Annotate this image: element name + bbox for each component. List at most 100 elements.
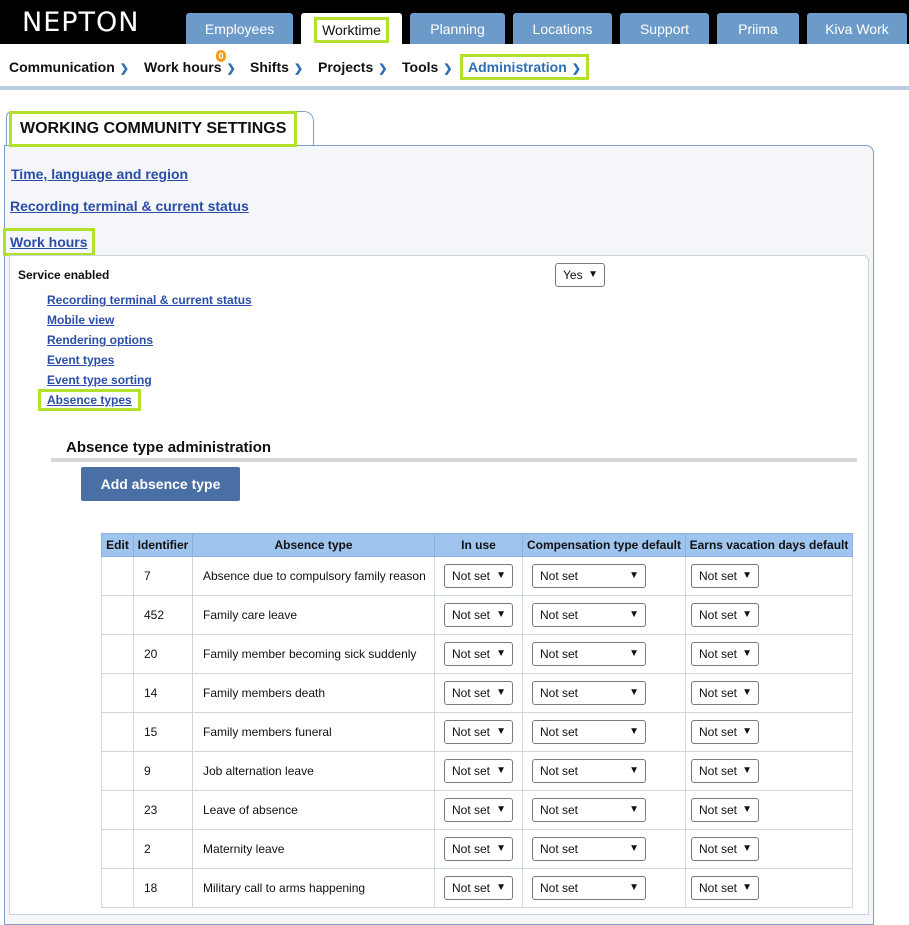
- section-divider: [51, 458, 857, 462]
- edit-cell[interactable]: [101, 712, 134, 752]
- select-value: Not set: [452, 608, 491, 622]
- identifier-cell: 23: [133, 790, 193, 830]
- vacation-select[interactable]: Not set ▼: [691, 837, 759, 861]
- link-event-types[interactable]: Event types: [47, 353, 114, 367]
- tab-kiva-work[interactable]: Kiva Work: [807, 13, 907, 44]
- page-title: WORKING COMMUNITY SETTINGS: [9, 111, 298, 147]
- in-use-select[interactable]: Not set ▼: [444, 720, 513, 744]
- in-use-select[interactable]: Not set ▼: [444, 798, 513, 822]
- select-value: Not set: [452, 725, 491, 739]
- compensation-select[interactable]: Not set ▼: [532, 681, 646, 705]
- in-use-cell: Not set ▼: [434, 673, 523, 713]
- in-use-select[interactable]: Not set ▼: [444, 642, 513, 666]
- table-body: 7 Absence due to compulsory family reason…: [101, 556, 853, 908]
- edit-cell[interactable]: [101, 868, 134, 908]
- edit-cell[interactable]: [101, 556, 134, 596]
- in-use-select[interactable]: Not set ▼: [444, 876, 513, 900]
- link-absence-types[interactable]: Absence types: [38, 389, 141, 411]
- chevron-down-icon: ❯: [443, 63, 453, 75]
- tab-support[interactable]: Support: [620, 13, 709, 44]
- select-value: Not set: [452, 764, 491, 778]
- nav-tools[interactable]: Tools ❯: [402, 59, 453, 75]
- chevron-down-icon: ▼: [629, 843, 639, 854]
- link-event-type-sorting[interactable]: Event type sorting: [47, 373, 152, 387]
- in-use-select[interactable]: Not set ▼: [444, 603, 513, 627]
- in-use-select[interactable]: Not set ▼: [444, 681, 513, 705]
- tab-worktime[interactable]: Worktime: [301, 13, 402, 47]
- link-recording-terminal-status[interactable]: Recording terminal & current status: [47, 293, 252, 307]
- nav-shifts[interactable]: Shifts ❯: [250, 59, 303, 75]
- compensation-select[interactable]: Not set ▼: [532, 564, 646, 588]
- absence-types-table: Edit Identifier Absence type In use Comp…: [101, 533, 853, 908]
- select-value: Not set: [540, 803, 579, 817]
- chevron-down-icon: ▼: [496, 843, 506, 854]
- table-row: 7 Absence due to compulsory family reason…: [101, 556, 853, 596]
- nepton-logo[interactable]: NEPTON: [22, 7, 139, 38]
- edit-cell[interactable]: [101, 673, 134, 713]
- vacation-select[interactable]: Not set ▼: [691, 642, 759, 666]
- chevron-down-icon: ❯: [571, 63, 581, 75]
- link-mobile-view[interactable]: Mobile view: [47, 313, 114, 327]
- vacation-select[interactable]: Not set ▼: [691, 720, 759, 744]
- tab-label: Kiva Work: [825, 20, 889, 37]
- vacation-select[interactable]: Not set ▼: [691, 798, 759, 822]
- in-use-cell: Not set ▼: [434, 790, 523, 830]
- chevron-down-icon: ❯: [378, 63, 388, 75]
- select-value: Not set: [540, 725, 579, 739]
- chevron-down-icon: ❯: [293, 63, 304, 75]
- tab-locations[interactable]: Locations: [513, 13, 612, 44]
- compensation-cell: Not set ▼: [522, 556, 686, 596]
- table-row: 2 Maternity leave Not set ▼ Not set ▼ Not set ▼: [101, 829, 853, 869]
- col-in-use: In use: [434, 533, 523, 557]
- vacation-cell: Not set ▼: [685, 595, 853, 635]
- edit-cell[interactable]: [101, 790, 134, 830]
- nav-communication[interactable]: Communication ❯: [9, 59, 129, 75]
- chevron-down-icon: ▼: [496, 648, 506, 659]
- vacation-select[interactable]: Not set ▼: [691, 564, 759, 588]
- link-recording-terminal[interactable]: Recording terminal & current status: [10, 198, 249, 214]
- link-rendering-options[interactable]: Rendering options: [47, 333, 153, 347]
- absence-type-cell: Family members funeral: [192, 712, 435, 752]
- compensation-select[interactable]: Not set ▼: [532, 603, 646, 627]
- select-value: Not set: [699, 803, 738, 817]
- service-enabled-select[interactable]: Yes ▼: [555, 263, 605, 287]
- edit-cell[interactable]: [101, 829, 134, 869]
- nav-administration[interactable]: Administration ❯: [460, 54, 589, 80]
- vacation-cell: Not set ▼: [685, 556, 853, 596]
- in-use-select[interactable]: Not set ▼: [444, 564, 513, 588]
- add-absence-type-button[interactable]: Add absence type: [81, 467, 240, 501]
- vacation-select[interactable]: Not set ▼: [691, 759, 759, 783]
- chevron-down-icon: ▼: [629, 726, 639, 737]
- link-work-hours[interactable]: Work hours: [3, 228, 95, 256]
- compensation-select[interactable]: Not set ▼: [532, 798, 646, 822]
- vacation-select[interactable]: Not set ▼: [691, 681, 759, 705]
- link-time-language-region[interactable]: Time, language and region: [11, 166, 188, 182]
- tab-employees[interactable]: Employees: [186, 13, 293, 44]
- edit-cell[interactable]: [101, 634, 134, 674]
- in-use-select[interactable]: Not set ▼: [444, 837, 513, 861]
- compensation-select[interactable]: Not set ▼: [532, 759, 646, 783]
- edit-cell[interactable]: [101, 595, 134, 635]
- in-use-cell: Not set ▼: [434, 712, 523, 752]
- vacation-select[interactable]: Not set ▼: [691, 603, 759, 627]
- chevron-down-icon: ▼: [496, 726, 506, 737]
- compensation-select[interactable]: Not set ▼: [532, 720, 646, 744]
- vacation-cell: Not set ▼: [685, 751, 853, 791]
- compensation-select[interactable]: Not set ▼: [532, 642, 646, 666]
- nav-projects[interactable]: Projects ❯: [318, 59, 387, 75]
- tab-priima[interactable]: Priima: [717, 13, 799, 44]
- nav-label: Shifts: [250, 59, 289, 75]
- tab-planning[interactable]: Planning: [410, 13, 505, 44]
- edit-cell[interactable]: [101, 751, 134, 791]
- chevron-down-icon: ▼: [496, 804, 506, 815]
- select-value: Not set: [699, 686, 738, 700]
- compensation-select[interactable]: Not set ▼: [532, 837, 646, 861]
- compensation-select[interactable]: Not set ▼: [532, 876, 646, 900]
- vacation-select[interactable]: Not set ▼: [691, 876, 759, 900]
- col-edit: Edit: [101, 533, 134, 557]
- chevron-down-icon: ▼: [629, 570, 639, 581]
- chevron-down-icon: ▼: [588, 269, 598, 280]
- nav-label: Work hours: [144, 59, 222, 75]
- nav-label: Administration: [468, 59, 567, 75]
- in-use-select[interactable]: Not set ▼: [444, 759, 513, 783]
